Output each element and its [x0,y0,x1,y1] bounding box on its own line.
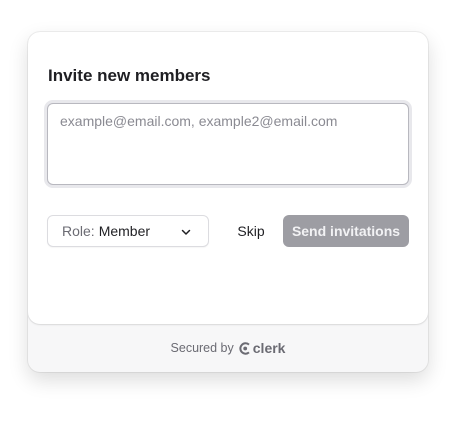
clerk-logo-icon [239,341,250,355]
skip-button[interactable]: Skip [230,215,272,247]
role-select-label: Role: [62,223,95,239]
secured-by-footer: Secured by clerk [28,324,428,372]
invite-members-card: Invite new members Role: Member Skip Sen… [28,32,428,372]
email-addresses-input[interactable] [47,103,409,185]
clerk-logo-link[interactable]: clerk [239,340,286,356]
dialog-title: Invite new members [48,66,211,85]
chevron-down-icon [181,229,191,235]
send-invitations-button[interactable]: Send invitations [283,215,409,247]
role-select-value: Member [98,223,151,239]
role-select[interactable]: Role: Member [47,215,209,247]
invite-form-panel: Invite new members Role: Member Skip Sen… [28,32,428,324]
secured-by-text: Secured by [170,341,234,355]
clerk-brand-name: clerk [252,340,286,356]
